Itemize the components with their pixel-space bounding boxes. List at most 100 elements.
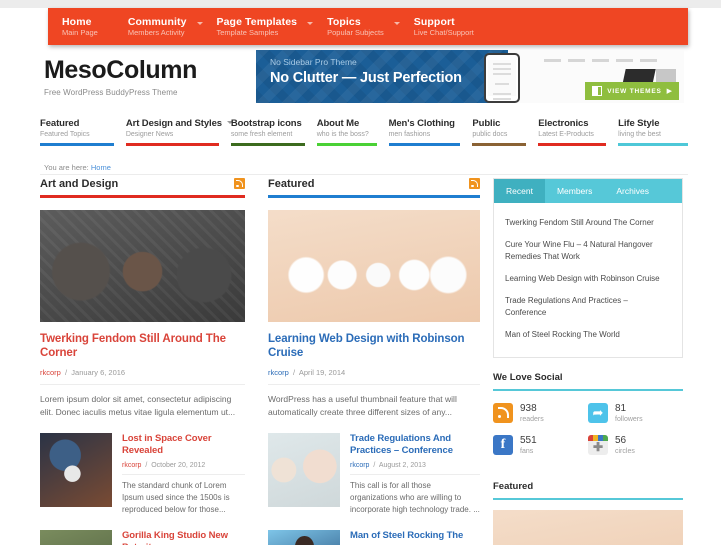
column-featured: Featured Learning Web Design with Robins… [268, 178, 480, 545]
social-stat-rss[interactable]: 938 readers [493, 403, 588, 423]
post-thumbnail-image[interactable] [40, 210, 245, 322]
post-meta: rkcorp / August 2, 2013 [350, 462, 480, 469]
section-title: Art and Design [40, 178, 118, 190]
post-title[interactable]: Lost in Space Cover Revealed [122, 433, 245, 457]
post-author[interactable]: rkcorp [268, 368, 289, 377]
category-about-me-title: About Me [317, 118, 377, 129]
post-date: August 2, 2013 [379, 462, 426, 469]
social-stat-twitter[interactable]: ➦ 81 followers [588, 403, 683, 423]
post-excerpt: This call is for all those organizations… [350, 480, 480, 516]
category-navigation: Featured Featured Topics Art Design and … [40, 118, 688, 146]
post-meta: rkcorp / April 19, 2014 [268, 368, 480, 377]
nav-item-topics-sub: Popular Subjects [327, 28, 384, 38]
nav-item-home[interactable]: Home Main Page [60, 16, 112, 38]
post-excerpt: The standard chunk of Lorem Ipsum used s… [122, 480, 245, 516]
post-meta: rkcorp / January 6, 2016 [40, 368, 245, 377]
category-life-style[interactable]: Life Style living the best [618, 118, 688, 146]
post-title[interactable]: Trade Regulations And Practices – Confer… [350, 433, 480, 457]
category-mens-clothing-sub: men fashions [389, 131, 461, 138]
category-electronics[interactable]: Electronics Latest E-Products [538, 118, 618, 146]
tab-recent[interactable]: Recent [494, 179, 545, 203]
post-thumbnail-image[interactable] [268, 210, 480, 322]
post-thumbnail-image[interactable] [40, 433, 112, 507]
category-art-design-and-styles[interactable]: Art Design and Styles Designer News [126, 118, 231, 146]
list-item: Trade Regulations And Practices – Confer… [268, 433, 480, 516]
list-item[interactable]: Twerking Fendom Still Around The Corner [505, 212, 671, 234]
category-life-style-sub: living the best [618, 131, 688, 138]
social-widget-rule [493, 389, 683, 391]
nav-item-page-templates[interactable]: Page Templates Template Samples [215, 16, 312, 38]
section-header-art-and-design: Art and Design [40, 178, 245, 190]
view-themes-button[interactable]: VIEW THEMES ▶ [585, 82, 679, 100]
chevron-down-icon [394, 22, 400, 25]
google-plus-icon: ✚ [588, 435, 608, 455]
post-author[interactable]: rkcorp [122, 462, 141, 469]
meta-divider [350, 474, 480, 475]
social-label: circles [615, 448, 635, 455]
tab-archives[interactable]: Archives [604, 179, 661, 203]
post-title[interactable]: Learning Web Design with Robinson Cruise [268, 332, 480, 360]
facebook-icon: f [493, 435, 513, 455]
post-excerpt: WordPress has a useful thumbnail feature… [268, 393, 480, 419]
featured-widget-rule [493, 498, 683, 500]
site-title: MesoColumn [44, 56, 197, 85]
category-featured-title: Featured [40, 118, 114, 129]
header-banner-ad[interactable]: No Sidebar Pro Theme No Clutter — Just P… [256, 50, 684, 103]
arrow-right-icon: ▶ [667, 87, 672, 95]
post-thumbnail-image[interactable] [268, 530, 340, 545]
category-mens-clothing-rule [389, 143, 461, 146]
category-electronics-rule [538, 143, 606, 146]
list-item: Lost in Space Cover Revealed rkcorp / Oc… [40, 433, 245, 516]
layout-icon [592, 86, 602, 96]
list-item[interactable]: Learning Web Design with Robinson Cruise [505, 268, 671, 290]
category-bootstrap-icons[interactable]: Bootstrap icons some fresh element [231, 118, 317, 146]
social-stat-google-plus[interactable]: ✚ 56 circles [588, 435, 683, 455]
category-about-me-sub: who is the boss? [317, 131, 377, 138]
social-stat-facebook[interactable]: f 551 fans [493, 435, 588, 455]
nav-item-support-title: Support [414, 16, 474, 28]
category-mens-clothing[interactable]: Men's Clothing men fashions [389, 118, 473, 146]
rss-icon [493, 403, 513, 423]
post-author[interactable]: rkcorp [350, 462, 369, 469]
category-public[interactable]: Public public docs [472, 118, 538, 146]
rss-icon[interactable] [469, 178, 480, 189]
category-about-me-rule [317, 143, 377, 146]
social-count: 81 [615, 403, 643, 414]
list-item[interactable]: Cure Your Wine Flu – 4 Natural Hangover … [505, 234, 671, 268]
meta-divider [122, 474, 245, 475]
sidebar: Recent Members Archives Twerking Fendom … [493, 178, 683, 545]
nav-item-support[interactable]: Support Live Chat/Support [412, 16, 488, 38]
list-item[interactable]: Man of Steel Rocking The World [505, 324, 671, 346]
category-life-style-rule [618, 143, 688, 146]
view-themes-label: VIEW THEMES [607, 88, 661, 95]
site-tagline: Free WordPress BuddyPress Theme [44, 88, 197, 97]
post-thumbnail-image[interactable] [40, 530, 112, 545]
featured-widget-image[interactable] [493, 510, 683, 545]
social-label: followers [615, 416, 643, 423]
list-item[interactable]: Trade Regulations And Practices – Confer… [505, 290, 671, 324]
category-public-sub: public docs [472, 131, 526, 138]
nav-item-community-sub: Members Activity [128, 28, 187, 38]
nav-item-topics[interactable]: Topics Popular Subjects [325, 16, 398, 38]
category-public-rule [472, 143, 526, 146]
nav-item-community[interactable]: Community Members Activity [126, 16, 201, 38]
social-count: 551 [520, 435, 537, 446]
tab-members[interactable]: Members [545, 179, 604, 203]
nav-item-page-templates-sub: Template Samples [217, 28, 298, 38]
post-thumbnail-image[interactable] [268, 433, 340, 507]
rss-icon[interactable] [234, 178, 245, 189]
featured-widget: Featured [493, 481, 683, 545]
post-date: January 6, 2016 [71, 368, 125, 377]
post-title[interactable]: Gorilla King Studio New Potrait [122, 530, 245, 545]
category-about-me[interactable]: About Me who is the boss? [317, 118, 389, 146]
breadcrumb-link-home[interactable]: Home [91, 163, 111, 172]
post-title[interactable]: Twerking Fendom Still Around The Corner [40, 332, 245, 360]
post-author[interactable]: rkcorp [40, 368, 61, 377]
social-count: 56 [615, 435, 635, 446]
category-art-design-and-styles-title: Art Design and Styles [126, 118, 222, 129]
category-featured[interactable]: Featured Featured Topics [40, 118, 126, 146]
site-logo[interactable]: MesoColumn Free WordPress BuddyPress The… [44, 56, 197, 97]
post-title[interactable]: Man of Steel Rocking The [350, 530, 480, 542]
site-header: MesoColumn Free WordPress BuddyPress The… [0, 45, 721, 107]
category-featured-sub: Featured Topics [40, 131, 114, 138]
